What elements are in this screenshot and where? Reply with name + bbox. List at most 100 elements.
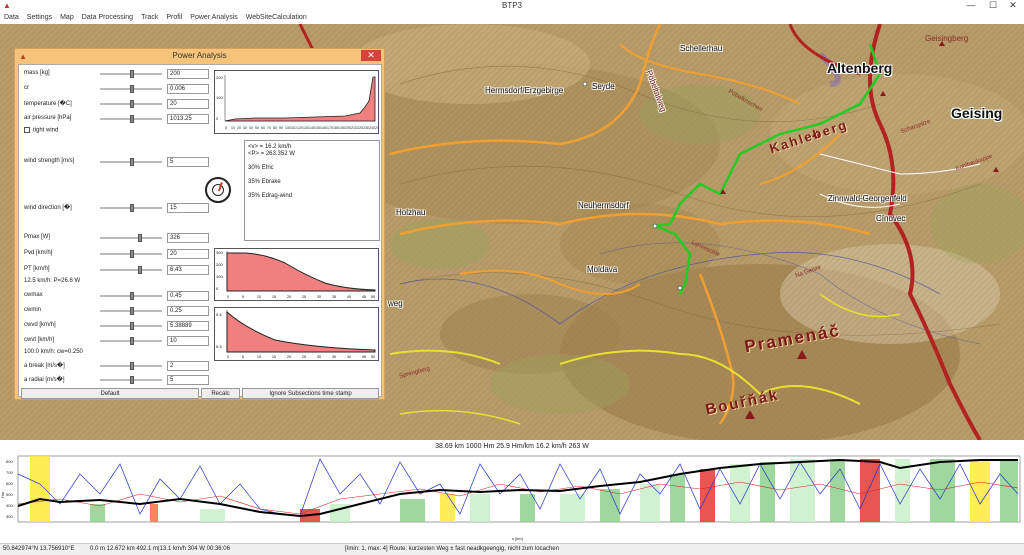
field-input[interactable]: 20 bbox=[167, 99, 209, 109]
field-label: a break [m/s�] bbox=[24, 363, 65, 369]
slider-handle[interactable] bbox=[130, 337, 134, 345]
tick-label: 30 bbox=[243, 126, 247, 130]
menu-map[interactable]: Map bbox=[56, 12, 78, 24]
field-label: cr bbox=[24, 85, 29, 91]
tick-label: 210 bbox=[351, 126, 357, 130]
profile-y-label: Hm bbox=[0, 491, 5, 498]
tick-label: 0 bbox=[227, 295, 229, 299]
slider-handle[interactable] bbox=[130, 307, 134, 315]
ignore-timestamp-button[interactable]: Ignore Subsections time stamp bbox=[242, 388, 379, 399]
tick-label: 40 bbox=[347, 355, 351, 359]
field-slider[interactable] bbox=[100, 322, 162, 330]
field-input[interactable]: 5 bbox=[167, 157, 209, 167]
field-input[interactable]: 5.38889 bbox=[167, 321, 209, 331]
field-row: Pmax [W] 326 bbox=[24, 233, 214, 243]
label-weg: weg bbox=[388, 299, 403, 308]
menu-settings[interactable]: Settings bbox=[23, 12, 56, 24]
dialog-body: mass [kg] 200 cr 0.006 temperature [�C] … bbox=[18, 64, 382, 399]
field-input[interactable]: 2 bbox=[167, 361, 209, 371]
tick-label: 50 bbox=[255, 126, 259, 130]
recalc-button[interactable]: Recalc bbox=[201, 388, 240, 399]
field-slider[interactable] bbox=[100, 234, 162, 242]
avg-power: <P> = 263.352 W bbox=[248, 151, 295, 157]
field-slider[interactable] bbox=[100, 362, 162, 370]
field-input[interactable]: 20 bbox=[167, 249, 209, 259]
menu-track[interactable]: Track bbox=[137, 12, 162, 24]
slider-handle[interactable] bbox=[130, 322, 134, 330]
profile-svg[interactable]: 800 700 600 500 400 300 Hm s [km] bbox=[0, 454, 1024, 543]
menu-data[interactable]: Data bbox=[0, 12, 23, 24]
menu-data-processing[interactable]: Data Processing bbox=[78, 12, 137, 24]
field-input[interactable]: 200 bbox=[167, 69, 209, 79]
checkbox-box[interactable] bbox=[24, 127, 30, 133]
tick-label: 0.3 bbox=[216, 344, 222, 349]
field-input[interactable]: 6.43 bbox=[167, 265, 209, 275]
field-row: cwvt [km/h] 10 bbox=[24, 336, 214, 346]
status-values: 0.0 m 12.672 km 492.1 m|13.1 km/h 304 W … bbox=[90, 546, 230, 552]
field-slider[interactable] bbox=[100, 100, 162, 108]
field-slider[interactable] bbox=[100, 266, 162, 274]
field-input[interactable]: 0.006 bbox=[167, 84, 209, 94]
field-slider[interactable] bbox=[100, 115, 162, 123]
tick-label: 20 bbox=[287, 295, 291, 299]
slider-handle[interactable] bbox=[130, 70, 134, 78]
field-slider[interactable] bbox=[100, 204, 162, 212]
field-slider[interactable] bbox=[100, 307, 162, 315]
field-input[interactable]: 1013.25 bbox=[167, 114, 209, 124]
field-slider[interactable] bbox=[100, 337, 162, 345]
tick-label: 50 bbox=[371, 355, 375, 359]
tick-label: 20 bbox=[237, 126, 241, 130]
tick-label: 100 bbox=[285, 126, 291, 130]
close-window-button[interactable]: ✕ bbox=[1002, 0, 1024, 12]
slider-handle[interactable] bbox=[130, 85, 134, 93]
field-slider[interactable] bbox=[100, 376, 162, 384]
tick-label: 240 bbox=[369, 126, 375, 130]
tick-label: 200 bbox=[216, 75, 223, 80]
default-button[interactable]: Default bbox=[21, 388, 199, 399]
field-label: wind direction [�] bbox=[24, 205, 72, 211]
tick-label: 90 bbox=[279, 126, 283, 130]
field-slider[interactable] bbox=[100, 158, 162, 166]
slider-handle[interactable] bbox=[130, 292, 134, 300]
menu-website-calculation[interactable]: WebSiteCalculation bbox=[242, 12, 311, 24]
field-row: a break [m/s�] 2 bbox=[24, 361, 214, 371]
slider-handle[interactable] bbox=[130, 250, 134, 258]
tick-label: 250 bbox=[375, 126, 378, 130]
tick-label: 50 bbox=[371, 295, 375, 299]
dialog-title: Power Analysis bbox=[172, 51, 227, 60]
wind-compass[interactable] bbox=[205, 177, 231, 203]
field-input[interactable]: 0.25 bbox=[167, 306, 209, 316]
field-label: cwvt [km/h] bbox=[24, 337, 55, 343]
slider-handle[interactable] bbox=[130, 100, 134, 108]
field-row: cwmin 0.25 bbox=[24, 306, 214, 316]
elevation-profile[interactable]: 800 700 600 500 400 300 Hm s [km] bbox=[0, 454, 1024, 543]
histogram-svg: 200 100 0 0 10 20 30 40 50 60 70 80 90 1… bbox=[216, 75, 381, 130]
tight-wind-checkbox[interactable]: tight wind bbox=[24, 127, 58, 134]
field-input[interactable]: 326 bbox=[167, 233, 209, 243]
field-slider[interactable] bbox=[100, 292, 162, 300]
field-input[interactable]: 10 bbox=[167, 336, 209, 346]
slider-handle[interactable] bbox=[130, 115, 134, 123]
field-slider[interactable] bbox=[100, 250, 162, 258]
label-moldava: Moldava bbox=[587, 265, 618, 274]
field-slider[interactable] bbox=[100, 70, 162, 78]
slider-handle[interactable] bbox=[130, 158, 134, 166]
maximize-button[interactable]: ☐ bbox=[982, 0, 1004, 12]
slider-handle[interactable] bbox=[138, 266, 142, 274]
label-geisingberg: Geisingberg bbox=[925, 34, 969, 43]
slider-handle[interactable] bbox=[130, 204, 134, 212]
minimize-button[interactable]: — bbox=[960, 0, 982, 12]
slider-handle[interactable] bbox=[130, 362, 134, 370]
field-input[interactable]: 15 bbox=[167, 203, 209, 213]
field-input[interactable]: 0.45 bbox=[167, 291, 209, 301]
field-slider[interactable] bbox=[100, 85, 162, 93]
tick-label: 400 bbox=[6, 503, 13, 508]
field-input[interactable]: 5 bbox=[167, 375, 209, 385]
slider-handle[interactable] bbox=[138, 234, 142, 242]
menu-profil[interactable]: Profil bbox=[162, 12, 186, 24]
energy-brake: 35% Ebrake bbox=[248, 179, 281, 185]
tick-label: 10 bbox=[257, 295, 261, 299]
menu-power-analysis[interactable]: Power Analysis bbox=[186, 12, 241, 24]
slider-handle[interactable] bbox=[130, 376, 134, 384]
dialog-close-button[interactable]: ✕ bbox=[361, 50, 381, 61]
